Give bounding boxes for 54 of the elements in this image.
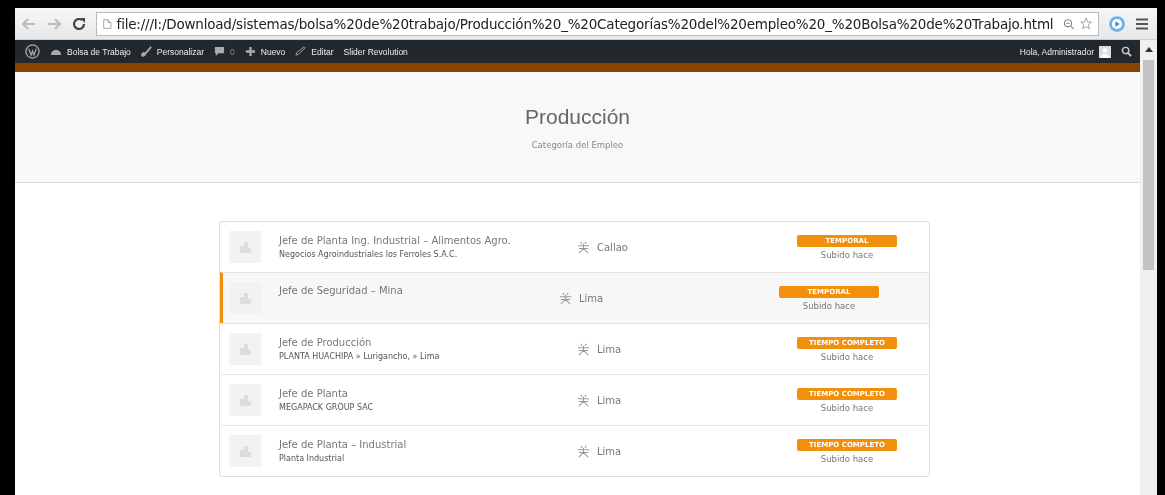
page-icon bbox=[103, 16, 112, 31]
search-icon[interactable] bbox=[1121, 46, 1132, 57]
posted-date: Subido hace bbox=[802, 300, 856, 311]
company-name: MEGAPACK GROUP SAC bbox=[279, 403, 375, 412]
company-logo-icon bbox=[229, 333, 261, 365]
company-logo-icon bbox=[229, 384, 261, 416]
job-location: Lima bbox=[597, 394, 622, 406]
job-location: Lima bbox=[579, 292, 604, 304]
page-subtitle: Categoría del Empleo bbox=[531, 139, 624, 150]
wordpress-icon[interactable] bbox=[25, 44, 40, 59]
comment-icon bbox=[214, 46, 226, 57]
job-location: Lima bbox=[597, 445, 622, 457]
scrollbar[interactable] bbox=[1140, 40, 1157, 495]
job-title[interactable]: Jefe de Producción bbox=[279, 337, 577, 348]
admin-bar-item[interactable]: Bolsa de Trabajo bbox=[50, 46, 131, 57]
plus-icon bbox=[244, 46, 256, 57]
admin-bar-item[interactable]: 0 bbox=[214, 46, 235, 57]
page-title: Producción bbox=[524, 104, 631, 129]
star-icon[interactable] bbox=[1079, 15, 1092, 32]
job-title[interactable]: Jefe de Planta bbox=[279, 388, 577, 399]
admin-bar-item[interactable]: Slider Revolution bbox=[343, 46, 408, 57]
symbol-icon bbox=[577, 393, 590, 407]
job-title[interactable]: Jefe de Planta Ing. Industrial – Alimentos Agro. bbox=[279, 235, 577, 246]
avatar-icon bbox=[1099, 45, 1111, 58]
symbol-icon bbox=[559, 291, 572, 305]
job-title[interactable]: Jefe de Planta – Industrial bbox=[279, 439, 577, 450]
admin-bar-item[interactable]: Editar bbox=[295, 46, 334, 57]
reload-icon[interactable] bbox=[71, 15, 87, 32]
posted-date: Subido hace bbox=[820, 351, 874, 362]
symbol-icon bbox=[577, 240, 590, 254]
account-menu[interactable]: Hola, Administrador bbox=[1019, 45, 1111, 58]
admin-bar-item[interactable]: Nuevo bbox=[244, 46, 286, 57]
company-name: PLANTA HUACHIPA » Lurigancho, » Lima bbox=[279, 352, 441, 361]
company-name: Negocios Agroindustriales los Ferroles S.A.C. bbox=[279, 250, 459, 259]
pencil-icon bbox=[295, 46, 307, 57]
address-bar[interactable]: file:///I:/Download/sistemas/bolsa%20de%20trabajo/Producción%20_%20Categorías%20del%20empleo%20_%20Bolsa%20de%20Trabajo.html bbox=[96, 11, 1099, 36]
company-logo-icon bbox=[229, 231, 261, 263]
company-name: Planta Industrial bbox=[279, 454, 346, 463]
url-text: file:///I:/Download/sistemas/bolsa%20de%20trabajo/Producción%20_%20Categorías%20del%20empleo%20_%20Bolsa%20de%20Trabajo.html bbox=[116, 15, 1054, 32]
posted-date: Subido hace bbox=[820, 249, 874, 260]
symbol-icon bbox=[577, 342, 590, 356]
scroll-up-icon[interactable] bbox=[1144, 46, 1153, 52]
job-location: Lima bbox=[597, 343, 622, 355]
extension-icon[interactable] bbox=[1108, 14, 1126, 33]
admin-bar-item[interactable]: Personalizar bbox=[140, 46, 205, 57]
company-logo-icon bbox=[229, 435, 261, 467]
job-title[interactable]: Jefe de Seguridad – Mina bbox=[279, 285, 559, 296]
brush-icon bbox=[140, 46, 152, 57]
posted-date: Subido hace bbox=[820, 453, 874, 464]
menu-icon[interactable] bbox=[1135, 16, 1149, 31]
scroll-thumb[interactable] bbox=[1143, 60, 1154, 270]
symbol-icon bbox=[577, 444, 590, 458]
job-location: Callao bbox=[597, 241, 628, 253]
posted-date: Subido hace bbox=[820, 402, 874, 413]
